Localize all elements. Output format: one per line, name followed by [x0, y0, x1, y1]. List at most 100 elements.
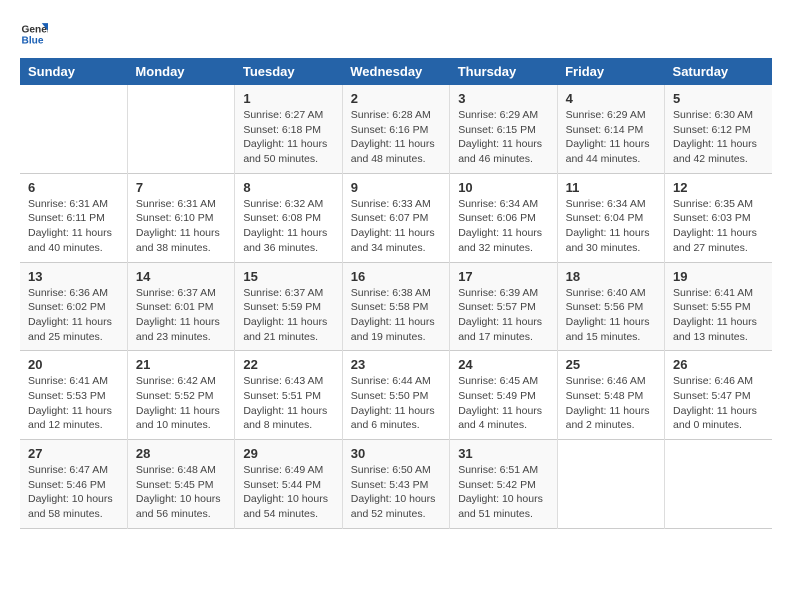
day-info: Sunrise: 6:29 AMSunset: 6:15 PMDaylight:… [458, 108, 548, 167]
calendar-cell: 27 Sunrise: 6:47 AMSunset: 5:46 PMDayligh… [20, 440, 127, 529]
day-info: Sunrise: 6:36 AMSunset: 6:02 PMDaylight:… [28, 286, 119, 345]
calendar-cell: 23Sunrise: 6:44 AMSunset: 5:50 PMDayligh… [342, 351, 449, 440]
day-info: Sunrise: 6:51 AMSunset: 5:42 PMDaylight:… [458, 463, 548, 522]
day-number: 11 [566, 180, 656, 195]
day-number: 28 [136, 446, 226, 461]
calendar-cell: 1 Sunrise: 6:27 AMSunset: 6:18 PMDaylight… [235, 85, 342, 173]
day-number: 24 [458, 357, 548, 372]
day-info: Sunrise: 6:40 AMSunset: 5:56 PMDaylight:… [566, 286, 656, 345]
day-number: 20 [28, 357, 119, 372]
day-number: 5 [673, 91, 764, 106]
day-info: Sunrise: 6:41 AMSunset: 5:53 PMDaylight:… [28, 374, 119, 433]
calendar-cell: 2 Sunrise: 6:28 AMSunset: 6:16 PMDaylight… [342, 85, 449, 173]
column-header-thursday: Thursday [450, 58, 557, 85]
day-info: Sunrise: 6:32 AMSunset: 6:08 PMDaylight:… [243, 197, 333, 256]
week-row-2: 6 Sunrise: 6:31 AMSunset: 6:11 PMDaylight… [20, 173, 772, 262]
column-header-tuesday: Tuesday [235, 58, 342, 85]
day-number: 4 [566, 91, 656, 106]
day-info: Sunrise: 6:31 AMSunset: 6:10 PMDaylight:… [136, 197, 226, 256]
calendar-cell: 14 Sunrise: 6:37 AMSunset: 6:01 PMDayligh… [127, 262, 234, 351]
day-number: 6 [28, 180, 119, 195]
day-info: Sunrise: 6:46 AMSunset: 5:47 PMDaylight:… [673, 374, 764, 433]
day-info: Sunrise: 6:37 AMSunset: 5:59 PMDaylight:… [243, 286, 333, 345]
day-info: Sunrise: 6:37 AMSunset: 6:01 PMDaylight:… [136, 286, 226, 345]
calendar-cell: 13 Sunrise: 6:36 AMSunset: 6:02 PMDayligh… [20, 262, 127, 351]
calendar-cell: 15Sunrise: 6:37 AMSunset: 5:59 PMDayligh… [235, 262, 342, 351]
day-number: 17 [458, 269, 548, 284]
day-info: Sunrise: 6:45 AMSunset: 5:49 PMDaylight:… [458, 374, 548, 433]
day-number: 7 [136, 180, 226, 195]
day-number: 3 [458, 91, 548, 106]
day-number: 30 [351, 446, 441, 461]
calendar-cell: 21 Sunrise: 6:42 AMSunset: 5:52 PMDayligh… [127, 351, 234, 440]
day-info: Sunrise: 6:27 AMSunset: 6:18 PMDaylight:… [243, 108, 333, 167]
week-row-5: 27 Sunrise: 6:47 AMSunset: 5:46 PMDayligh… [20, 440, 772, 529]
day-info: Sunrise: 6:31 AMSunset: 6:11 PMDaylight:… [28, 197, 119, 256]
calendar-cell: 11 Sunrise: 6:34 AMSunset: 6:04 PMDayligh… [557, 173, 664, 262]
calendar-cell: 24 Sunrise: 6:45 AMSunset: 5:49 PMDayligh… [450, 351, 557, 440]
day-info: Sunrise: 6:49 AMSunset: 5:44 PMDaylight:… [243, 463, 333, 522]
day-number: 2 [351, 91, 441, 106]
svg-text:Blue: Blue [22, 35, 44, 46]
calendar-cell: 12Sunrise: 6:35 AMSunset: 6:03 PMDayligh… [665, 173, 772, 262]
svg-text:General: General [22, 24, 48, 35]
day-number: 19 [673, 269, 764, 284]
day-info: Sunrise: 6:34 AMSunset: 6:04 PMDaylight:… [566, 197, 656, 256]
calendar-cell: 8Sunrise: 6:32 AMSunset: 6:08 PMDaylight… [235, 173, 342, 262]
calendar-table: SundayMondayTuesdayWednesdayThursdayFrid… [20, 58, 772, 529]
calendar-cell: 30 Sunrise: 6:50 AMSunset: 5:43 PMDayligh… [342, 440, 449, 529]
day-number: 14 [136, 269, 226, 284]
day-number: 16 [351, 269, 441, 284]
calendar-cell: 22 Sunrise: 6:43 AMSunset: 5:51 PMDayligh… [235, 351, 342, 440]
day-info: Sunrise: 6:43 AMSunset: 5:51 PMDaylight:… [243, 374, 333, 433]
calendar-cell: 4Sunrise: 6:29 AMSunset: 6:14 PMDaylight… [557, 85, 664, 173]
calendar-cell: 10Sunrise: 6:34 AMSunset: 6:06 PMDayligh… [450, 173, 557, 262]
day-number: 13 [28, 269, 119, 284]
column-header-wednesday: Wednesday [342, 58, 449, 85]
calendar-cell [557, 440, 664, 529]
day-info: Sunrise: 6:41 AMSunset: 5:55 PMDaylight:… [673, 286, 764, 345]
column-header-monday: Monday [127, 58, 234, 85]
day-number: 10 [458, 180, 548, 195]
week-row-1: 1 Sunrise: 6:27 AMSunset: 6:18 PMDaylight… [20, 85, 772, 173]
calendar-cell: 7 Sunrise: 6:31 AMSunset: 6:10 PMDaylight… [127, 173, 234, 262]
calendar-cell: 16 Sunrise: 6:38 AMSunset: 5:58 PMDayligh… [342, 262, 449, 351]
calendar-cell: 26 Sunrise: 6:46 AMSunset: 5:47 PMDayligh… [665, 351, 772, 440]
day-info: Sunrise: 6:44 AMSunset: 5:50 PMDaylight:… [351, 374, 441, 433]
calendar-cell: 31 Sunrise: 6:51 AMSunset: 5:42 PMDayligh… [450, 440, 557, 529]
day-info: Sunrise: 6:39 AMSunset: 5:57 PMDaylight:… [458, 286, 548, 345]
column-header-friday: Friday [557, 58, 664, 85]
day-info: Sunrise: 6:50 AMSunset: 5:43 PMDaylight:… [351, 463, 441, 522]
week-row-4: 20 Sunrise: 6:41 AMSunset: 5:53 PMDayligh… [20, 351, 772, 440]
day-info: Sunrise: 6:28 AMSunset: 6:16 PMDaylight:… [351, 108, 441, 167]
calendar-cell: 19 Sunrise: 6:41 AMSunset: 5:55 PMDayligh… [665, 262, 772, 351]
calendar-cell: 29 Sunrise: 6:49 AMSunset: 5:44 PMDayligh… [235, 440, 342, 529]
header-row: SundayMondayTuesdayWednesdayThursdayFrid… [20, 58, 772, 85]
day-info: Sunrise: 6:42 AMSunset: 5:52 PMDaylight:… [136, 374, 226, 433]
day-number: 31 [458, 446, 548, 461]
day-number: 1 [243, 91, 333, 106]
logo-icon: General Blue [20, 20, 48, 48]
day-number: 21 [136, 357, 226, 372]
column-header-saturday: Saturday [665, 58, 772, 85]
header: General Blue [20, 20, 772, 48]
calendar-cell [127, 85, 234, 173]
day-number: 9 [351, 180, 441, 195]
day-number: 25 [566, 357, 656, 372]
column-header-sunday: Sunday [20, 58, 127, 85]
day-number: 29 [243, 446, 333, 461]
day-info: Sunrise: 6:47 AMSunset: 5:46 PMDaylight:… [28, 463, 119, 522]
calendar-cell [665, 440, 772, 529]
day-number: 22 [243, 357, 333, 372]
calendar-cell: 17 Sunrise: 6:39 AMSunset: 5:57 PMDayligh… [450, 262, 557, 351]
calendar-cell: 3 Sunrise: 6:29 AMSunset: 6:15 PMDaylight… [450, 85, 557, 173]
calendar-cell: 18 Sunrise: 6:40 AMSunset: 5:56 PMDayligh… [557, 262, 664, 351]
day-info: Sunrise: 6:48 AMSunset: 5:45 PMDaylight:… [136, 463, 226, 522]
calendar-cell: 9Sunrise: 6:33 AMSunset: 6:07 PMDaylight… [342, 173, 449, 262]
day-info: Sunrise: 6:38 AMSunset: 5:58 PMDaylight:… [351, 286, 441, 345]
day-number: 18 [566, 269, 656, 284]
calendar-cell: 28 Sunrise: 6:48 AMSunset: 5:45 PMDayligh… [127, 440, 234, 529]
day-number: 26 [673, 357, 764, 372]
day-number: 27 [28, 446, 119, 461]
day-number: 12 [673, 180, 764, 195]
